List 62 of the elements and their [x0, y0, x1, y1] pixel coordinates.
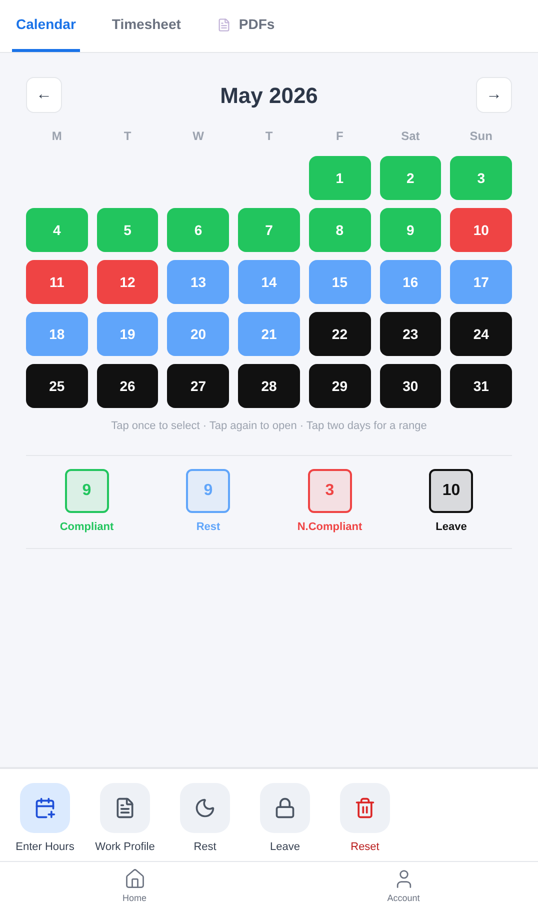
day-cell[interactable]: 8	[308, 208, 371, 252]
nav-item[interactable]: Home	[0, 862, 269, 911]
legend-label: N.Compliant	[297, 520, 362, 534]
day-cell[interactable]: 6	[167, 208, 230, 252]
day-cell[interactable]: 24	[450, 312, 512, 356]
day-cell[interactable]: 25	[26, 364, 88, 408]
weekday-label: Sun	[470, 128, 492, 145]
day-cell[interactable]: 16	[380, 260, 442, 304]
day-cell[interactable]: 31	[450, 364, 512, 408]
day-cell[interactable]: 23	[380, 312, 442, 356]
day-cell[interactable]: 18	[26, 312, 88, 356]
day-cell[interactable]: 15	[308, 260, 371, 304]
weekday-label: F	[336, 128, 344, 145]
day-cell[interactable]: 19	[96, 312, 158, 356]
day-cell[interactable]: 9	[380, 208, 442, 252]
tab[interactable]: Calendar	[12, 0, 80, 52]
day-cell[interactable]: 3	[450, 156, 512, 200]
day-cell[interactable]: 30	[380, 364, 442, 408]
day-cell[interactable]: 13	[167, 260, 230, 304]
hint-text: Tap once to select · Tap again to open · Tap two days for a range	[110, 419, 428, 434]
weekday-label: M	[52, 128, 62, 145]
day-cell[interactable]: 22	[308, 312, 371, 356]
home-icon	[124, 868, 146, 890]
calendar-plus-icon	[34, 796, 56, 818]
count-badge: 9	[64, 468, 109, 512]
day-cell[interactable]: 17	[450, 260, 512, 304]
count-badge: 3	[308, 468, 352, 512]
day-cell[interactable]: 1	[308, 156, 371, 200]
day-cell[interactable]: 14	[238, 260, 300, 304]
trash-icon	[354, 796, 376, 818]
weekday-label: Sat	[401, 128, 420, 145]
day-cell[interactable]: 7	[238, 208, 300, 252]
count-badge: 10	[429, 468, 474, 512]
day-cell[interactable]: 21	[238, 312, 300, 356]
day-cell[interactable]: 26	[96, 364, 158, 408]
previous-month-button[interactable]: ←	[26, 77, 62, 113]
day-cell[interactable]: 20	[167, 312, 230, 356]
day-cell[interactable]: 12	[96, 260, 158, 304]
day-cell[interactable]: 27	[167, 364, 230, 408]
month-title: May 2026	[220, 82, 318, 110]
day-cell[interactable]: 28	[238, 364, 300, 408]
legend-label: Compliant	[60, 520, 114, 534]
legend-label: Rest	[196, 520, 220, 534]
next-month-button[interactable]: →	[476, 77, 512, 113]
day-cell[interactable]: 29	[308, 364, 371, 408]
document-icon	[216, 18, 231, 32]
count-badge: 9	[186, 468, 230, 512]
nav-item[interactable]: Account	[269, 862, 538, 911]
document-icon	[114, 796, 136, 818]
day-cell[interactable]: 4	[26, 208, 88, 252]
weekday-label: W	[192, 128, 204, 145]
day-cell[interactable]: 10	[450, 208, 512, 252]
lock-icon	[274, 796, 296, 818]
day-cell[interactable]: 11	[26, 260, 88, 304]
day-cell[interactable]: 5	[96, 208, 158, 252]
legend-label: Leave	[436, 520, 467, 534]
weekday-label: T	[124, 128, 132, 145]
day-cell[interactable]: 2	[380, 156, 442, 200]
weekday-label: T	[265, 128, 273, 145]
tab[interactable]: Timesheet	[108, 0, 185, 52]
moon-icon	[194, 796, 216, 818]
tab[interactable]: PDFs	[212, 0, 279, 52]
